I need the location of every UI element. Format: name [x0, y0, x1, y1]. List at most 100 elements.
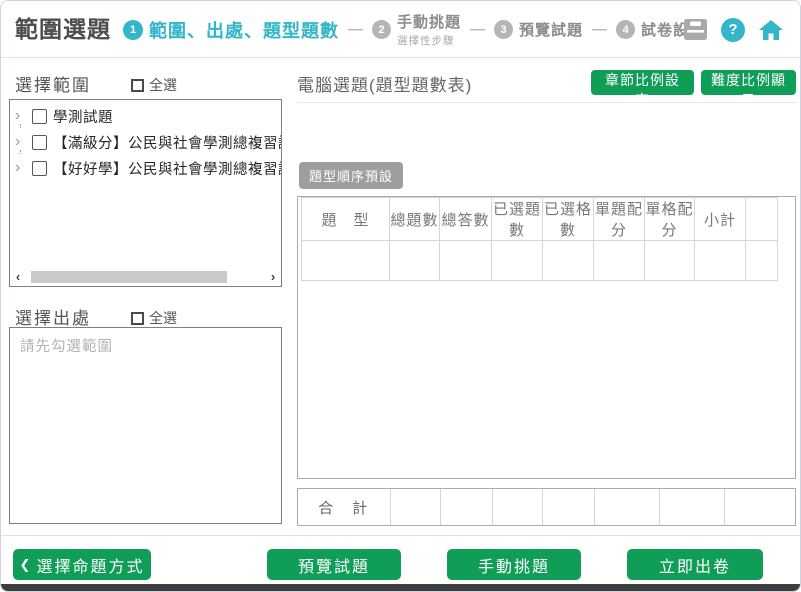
step-1-number: 1	[123, 20, 143, 40]
question-order-preset-button[interactable]: 題型順序預設	[299, 162, 403, 189]
page-title: 範圍選題	[15, 1, 111, 58]
cell	[390, 241, 440, 281]
totals-cell	[440, 489, 492, 525]
range-tree: › 學測試題 › 【滿級分】公民與社會學測總複習講義 實 › 【好好學】公民與社…	[10, 103, 281, 181]
cell	[543, 241, 594, 281]
step-4-number: 4	[616, 20, 635, 39]
cell	[746, 241, 778, 281]
preview-questions-button[interactable]: 預覽試題	[267, 549, 401, 580]
totals-cell	[724, 489, 795, 525]
col-selected-blanks: 已選格數	[543, 198, 594, 241]
scrollbar-track[interactable]	[25, 270, 266, 284]
step-2-manual-pick[interactable]: 2 手動挑題 選擇性步驟	[372, 11, 461, 48]
manual-button-label: 手動挑題	[478, 553, 550, 577]
top-bar-icons: ?	[683, 1, 784, 58]
cell	[492, 241, 543, 281]
totals-row-container: 合 計	[297, 488, 796, 526]
totals-cell	[594, 489, 659, 525]
totals-cell	[659, 489, 724, 525]
panel-divider	[297, 102, 796, 103]
tree-item-label: 【滿級分】公民與社會學測總複習講義 實	[53, 132, 281, 153]
difficulty-ratio-button[interactable]: 難度比例顯示	[701, 70, 796, 95]
col-points-per-blank: 單格配分	[645, 198, 695, 241]
step-2-number: 2	[372, 20, 391, 39]
step-3-label: 預覽試題	[519, 19, 583, 40]
col-total-answers: 總答數	[440, 198, 492, 241]
tree-item-checkbox[interactable]	[32, 161, 47, 176]
chapter-ratio-button[interactable]: 章節比例設定	[591, 70, 694, 95]
col-selected-questions: 已選題數	[492, 198, 543, 241]
col-subtotal: 小計	[695, 198, 746, 241]
source-select-all[interactable]: 全選	[131, 308, 177, 328]
cell	[302, 241, 390, 281]
question-type-table: 題 型 總題數 總答數 已選題數 已選格數 單題配分 單格配分 小計	[301, 197, 778, 281]
step-3-preview[interactable]: 3 預覽試題	[494, 19, 583, 40]
totals-label: 合 計	[298, 489, 390, 525]
tree-item-checkbox[interactable]	[32, 135, 47, 150]
step-2-label: 手動挑題	[397, 11, 461, 32]
back-to-method-button[interactable]: ❮ 選擇命題方式	[13, 549, 151, 580]
step-1-label: 範圍、出處、題型題數	[149, 17, 339, 43]
range-select-all-label: 全選	[149, 75, 177, 95]
bottom-edge-strip	[1, 584, 800, 591]
col-points-per-question: 單題配分	[594, 198, 645, 241]
range-section-title: 選擇範圍	[15, 71, 91, 96]
generate-paper-button[interactable]: 立即出卷	[627, 549, 763, 580]
expand-caret-icon[interactable]: ›	[15, 134, 28, 150]
chevron-left-icon: ❮	[20, 557, 31, 573]
horizontal-scrollbar[interactable]: ‹ ›	[11, 268, 280, 285]
totals-table: 合 計	[298, 489, 795, 525]
cell	[440, 241, 492, 281]
question-type-table-container: 題 型 總題數 總答數 已選題數 已選格數 單題配分 單格配分 小計	[297, 196, 796, 479]
totals-cell	[390, 489, 440, 525]
totals-row: 合 計	[298, 489, 795, 525]
range-tree-box: › 學測試題 › 【滿級分】公民與社會學測總複習講義 實 › 【好好學】公民與社…	[9, 99, 282, 287]
totals-cell	[492, 489, 542, 525]
save-icon[interactable]	[683, 18, 708, 41]
manual-pick-button[interactable]: 手動挑題	[447, 549, 581, 580]
app-window: 範圍選題 1 範圍、出處、題型題數 — 2 手動挑題 選擇性步驟 — 3 預覽試…	[0, 0, 801, 592]
expand-caret-icon[interactable]: ›	[15, 108, 28, 124]
help-icon[interactable]: ?	[721, 18, 745, 42]
tree-item-label: 【好好學】公民與社會學測總複習講義 實	[53, 158, 281, 179]
scroll-left-arrow-icon[interactable]: ‹	[11, 268, 25, 285]
expand-caret-icon[interactable]: ›	[15, 160, 28, 176]
step-dash: —	[470, 21, 485, 38]
home-icon[interactable]	[758, 18, 784, 42]
step-dash: —	[592, 21, 607, 38]
generate-button-label: 立即出卷	[659, 553, 731, 577]
step-3-number: 3	[494, 20, 513, 39]
table-header-row: 題 型 總題數 總答數 已選題數 已選格數 單題配分 單格配分 小計	[302, 198, 778, 241]
range-select-all-checkbox[interactable]	[131, 79, 144, 92]
source-list-box: 請先勾選範圍	[9, 327, 282, 524]
range-select-all[interactable]: 全選	[131, 75, 177, 95]
preview-button-label: 預覽試題	[298, 553, 370, 577]
scroll-right-arrow-icon[interactable]: ›	[266, 268, 280, 285]
step-dash: —	[348, 21, 363, 38]
back-button-label: 選擇命題方式	[36, 553, 144, 577]
tree-item-study-well-book[interactable]: › 【好好學】公民與社會學測總複習講義 實	[10, 155, 281, 181]
col-total-questions: 總題數	[390, 198, 440, 241]
scrollbar-thumb[interactable]	[31, 271, 227, 283]
col-extra	[746, 198, 778, 241]
step-2-sublabel: 選擇性步驟	[397, 33, 461, 48]
source-placeholder-text: 請先勾選範圍	[20, 335, 113, 356]
table-row	[302, 241, 778, 281]
totals-cell	[542, 489, 594, 525]
tree-item-label: 學測試題	[53, 106, 113, 127]
source-select-all-checkbox[interactable]	[131, 312, 144, 325]
cell	[695, 241, 746, 281]
wizard-stepper: 1 範圍、出處、題型題數 — 2 手動挑題 選擇性步驟 — 3 預覽試題 — 4…	[123, 1, 705, 58]
top-bar: 範圍選題 1 範圍、出處、題型題數 — 2 手動挑題 選擇性步驟 — 3 預覽試…	[1, 1, 800, 58]
computer-selection-title: 電腦選題(題型題數表)	[297, 71, 472, 96]
tree-item-full-marks-book[interactable]: › 【滿級分】公民與社會學測總複習講義 實	[10, 129, 281, 155]
cell	[594, 241, 645, 281]
bottom-bar: ❮ 選擇命題方式 預覽試題 手動挑題 立即出卷	[1, 535, 800, 584]
cell	[645, 241, 695, 281]
step-1-range[interactable]: 1 範圍、出處、題型題數	[123, 17, 339, 43]
help-glyph: ?	[728, 21, 737, 38]
source-section-title: 選擇出處	[15, 304, 91, 329]
tree-item-exam-questions[interactable]: › 學測試題	[10, 103, 281, 129]
source-select-all-label: 全選	[149, 308, 177, 328]
tree-item-checkbox[interactable]	[32, 109, 47, 124]
